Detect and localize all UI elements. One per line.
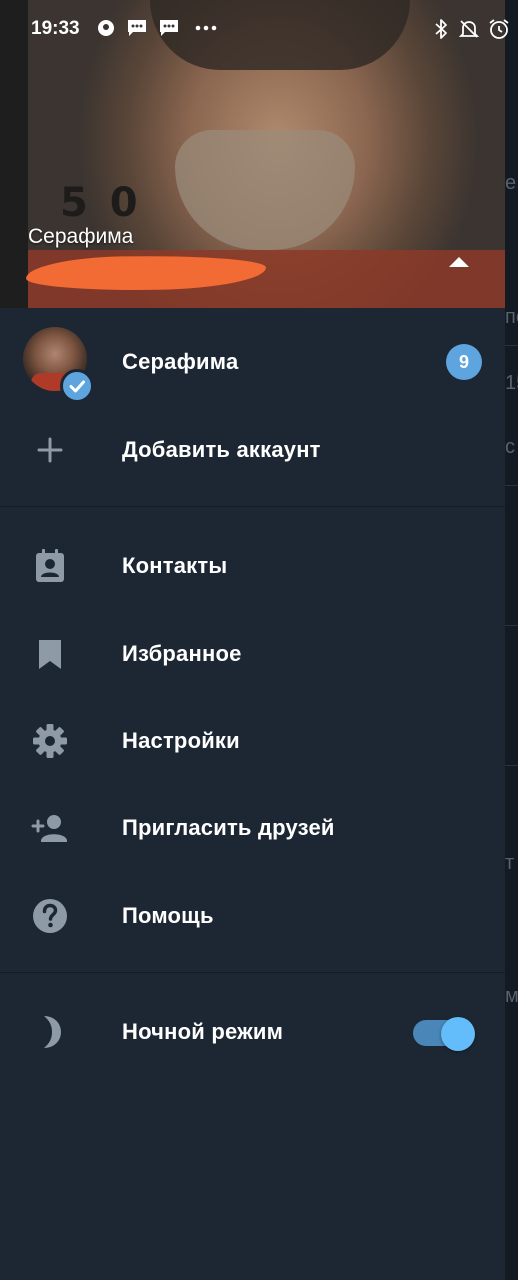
bluetooth-icon	[433, 18, 449, 44]
menu-item-label: Настройки	[122, 728, 240, 753]
background-chat-text: е	[505, 172, 517, 194]
menu-item-invite-friends[interactable]: Пригласить друзей	[0, 784, 505, 872]
unread-badge: 9	[446, 344, 482, 380]
menu-item-help[interactable]: Помощь	[0, 872, 505, 960]
checkmark-icon	[60, 369, 94, 403]
background-chat-text: ма	[505, 985, 518, 1007]
divider	[0, 972, 505, 973]
header-account-name: Серафима	[28, 225, 134, 248]
contacts-icon	[30, 546, 70, 586]
chevron-up-icon[interactable]	[449, 257, 469, 267]
account-name: Серафима	[122, 349, 239, 374]
background-divider	[505, 485, 518, 486]
bell-off-icon	[458, 18, 480, 44]
bookmark-icon	[30, 634, 70, 674]
menu-item-label: Ночной режим	[122, 1019, 284, 1044]
menu-item-label: Помощь	[122, 903, 214, 928]
menu-item-label: Пригласить друзей	[122, 815, 335, 840]
help-icon	[30, 896, 70, 936]
menu-item-contacts[interactable]: Контакты	[0, 522, 505, 610]
background-chat-text: с	[505, 436, 515, 458]
background-divider	[505, 625, 518, 626]
add-account-label: Добавить аккаунт	[122, 437, 321, 462]
message-icon	[158, 18, 180, 42]
menu-item-label: Контакты	[122, 553, 228, 578]
message-icon	[126, 18, 148, 42]
night-mode-toggle-thumb[interactable]	[441, 1017, 475, 1051]
alarm-icon	[488, 18, 510, 44]
more-icon	[194, 18, 218, 42]
menu-item-label: Избранное	[122, 641, 242, 666]
status-bar: 19:33	[0, 0, 518, 60]
add-account-button[interactable]: Добавить аккаунт	[0, 406, 505, 494]
photo-sign-text: 5 0	[60, 180, 142, 226]
account-row[interactable]: Серафима 9	[0, 318, 505, 406]
moon-icon	[30, 1012, 70, 1052]
background-chat-text: т	[505, 852, 515, 874]
add-person-icon	[30, 808, 70, 848]
gear-icon	[30, 721, 70, 761]
background-divider	[505, 765, 518, 766]
background-chat-text: 15	[505, 372, 518, 394]
menu-item-saved[interactable]: Избранное	[0, 610, 505, 698]
background-divider	[505, 345, 518, 346]
background-chat-text: пе	[505, 306, 518, 328]
divider	[0, 506, 505, 507]
plus-icon	[30, 430, 70, 470]
notification-icon	[96, 18, 116, 42]
status-time: 19:33	[31, 18, 80, 39]
menu-item-settings[interactable]: Настройки	[0, 697, 505, 785]
navigation-drawer: 5 0 Серафима Серафима 9 Добавить аккаунт	[0, 0, 505, 1280]
